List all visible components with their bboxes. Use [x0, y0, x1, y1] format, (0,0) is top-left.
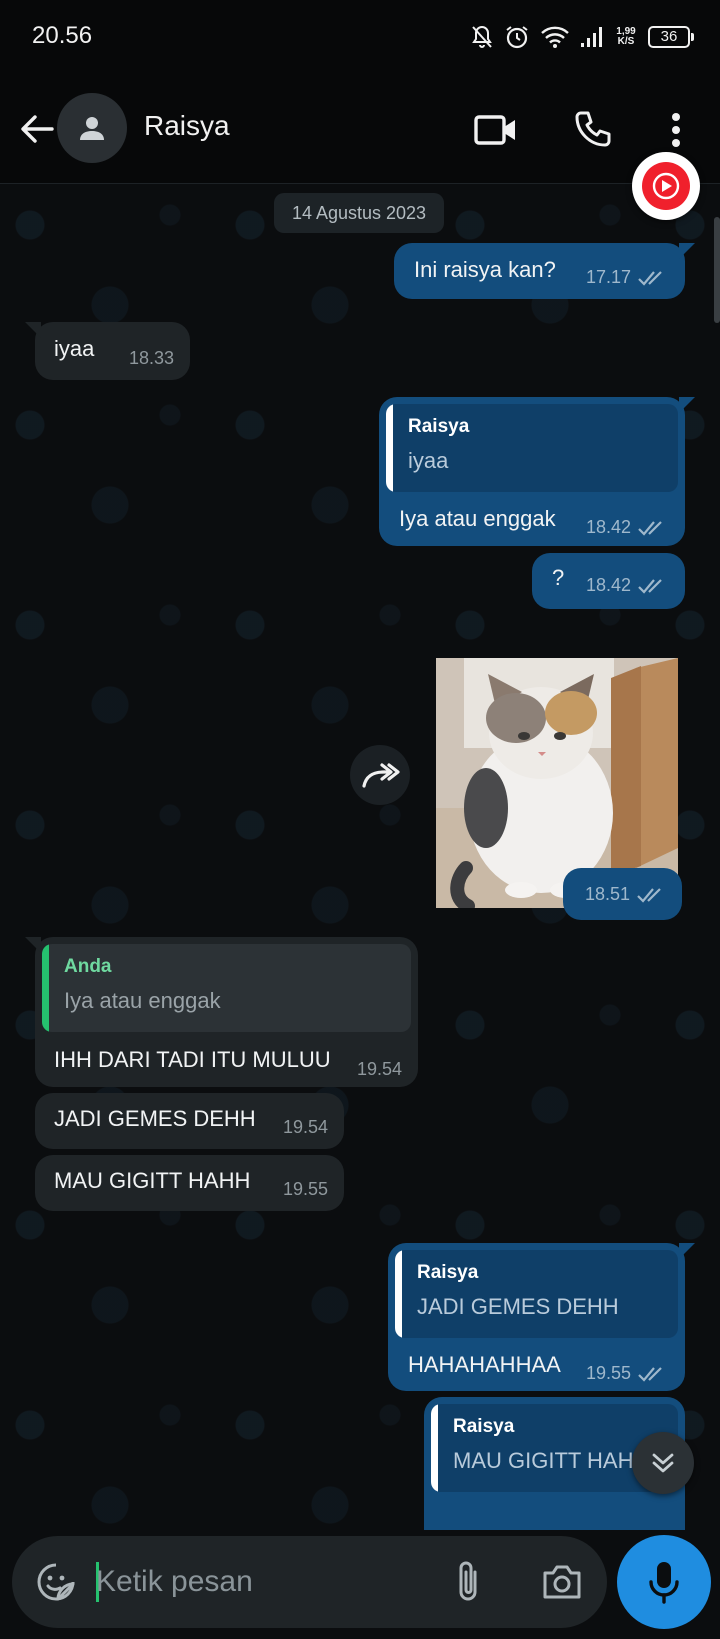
message-time: 19.54	[282, 1117, 328, 1137]
double-chevron-down-icon	[652, 1453, 674, 1473]
message-incoming[interactable]: MAU GIGITT HAHH 19.55	[35, 1155, 344, 1211]
battery-icon: 36	[648, 26, 694, 48]
more-options-button[interactable]	[648, 102, 704, 158]
video-call-button[interactable]	[468, 102, 524, 158]
read-ticks-icon	[638, 578, 662, 594]
alarm-icon	[506, 26, 528, 49]
more-vertical-icon	[672, 113, 680, 147]
message-text: iyaa	[54, 336, 95, 361]
forward-share-icon	[362, 763, 400, 788]
message-meta: 19.55	[283, 1179, 328, 1200]
date-separator: 14 Agustus 2023	[274, 193, 444, 233]
status-time: 20.56	[32, 22, 93, 49]
message-text: Iya atau enggak	[399, 506, 556, 531]
camera-button[interactable]	[534, 1556, 590, 1608]
message-time: 19.55	[585, 1363, 631, 1383]
avatar[interactable]	[57, 93, 127, 163]
message-text: JADI GEMES DEHH	[54, 1106, 256, 1131]
read-ticks-icon	[638, 520, 662, 536]
voice-record-button[interactable]	[617, 1535, 711, 1629]
youtube-music-icon	[652, 172, 680, 200]
message-meta: 19.54	[283, 1117, 328, 1138]
quote-sender: Anda	[64, 956, 112, 977]
message-incoming-reply[interactable]: Anda Iya atau enggak IHH DARI TADI ITU M…	[25, 937, 418, 1087]
quote-bar	[431, 1404, 438, 1492]
attach-button[interactable]	[442, 1556, 494, 1608]
read-ticks-icon	[638, 270, 662, 286]
signal-icon	[581, 27, 602, 47]
voice-call-icon	[575, 111, 611, 147]
quoted-message[interactable]: Raisya JADI GEMES DEHH	[395, 1250, 678, 1338]
voice-call-button[interactable]	[564, 102, 620, 158]
message-text: ?	[552, 565, 565, 590]
avatar-person-icon	[80, 117, 104, 140]
back-button[interactable]	[14, 106, 60, 152]
status-icons: 1,99 K/S 36	[470, 22, 694, 52]
quote-bar	[395, 1250, 402, 1338]
quote-sender: Raisya	[408, 416, 470, 437]
quote-text: MAU GIGITT HAHH	[453, 1448, 650, 1473]
attach-paperclip-icon	[459, 1561, 477, 1601]
message-outgoing-reply[interactable]: Raisya iyaa Iya atau enggak 18.42	[379, 397, 695, 546]
chat-area[interactable]: 14 Agustus 2023 Ini raisya kan? 17.17 iy…	[0, 185, 720, 1530]
quoted-message[interactable]: Raisya iyaa	[386, 404, 678, 492]
message-time: 18.51	[584, 884, 630, 904]
chat-header: Raisya	[0, 76, 720, 184]
message-time: 17.17	[585, 267, 631, 287]
sticker-emoji-icon	[37, 1563, 75, 1601]
message-outgoing-reply[interactable]: Raisya JADI GEMES DEHH HAHAHAHHAA 19.55	[388, 1243, 695, 1391]
quote-sender: Raisya	[453, 1416, 515, 1437]
microphone-icon	[649, 1562, 679, 1604]
network-speed: 1,99 K/S	[614, 27, 638, 47]
message-time: 18.42	[585, 517, 631, 537]
quote-sender: Raisya	[417, 1262, 479, 1283]
message-incoming[interactable]: iyaa 18.33	[25, 322, 190, 380]
message-meta: 19.54	[357, 1059, 402, 1080]
message-outgoing[interactable]: ? 18.42	[532, 553, 685, 609]
quote-bar	[386, 404, 393, 492]
message-time: 19.54	[356, 1059, 402, 1079]
message-meta: 18.51	[585, 884, 666, 905]
back-arrow-icon	[21, 115, 54, 143]
input-bar: Ketik pesan	[0, 1530, 720, 1639]
message-time: 18.33	[128, 348, 174, 368]
message-meta: 19.55	[586, 1363, 667, 1384]
message-input[interactable]: Ketik pesan	[12, 1536, 607, 1628]
read-ticks-icon	[637, 887, 661, 903]
message-text: MAU GIGITT HAHH	[54, 1168, 251, 1193]
network-speed-unit: K/S	[617, 36, 635, 47]
quoted-message[interactable]: Anda Iya atau enggak	[42, 944, 411, 1032]
message-text: HAHAHAHHAA	[408, 1352, 561, 1377]
quote-text: JADI GEMES DEHH	[417, 1294, 619, 1319]
contact-name[interactable]: Raisya	[144, 110, 230, 142]
wifi-icon	[541, 26, 569, 48]
message-meta: 18.42	[586, 575, 667, 596]
message-meta: 18.33	[129, 348, 174, 369]
read-ticks-icon	[638, 1366, 662, 1382]
message-meta: 17.17	[586, 267, 667, 288]
floating-bubble[interactable]	[632, 152, 700, 220]
message-incoming[interactable]: JADI GEMES DEHH 19.54	[35, 1093, 344, 1149]
message-time: 19.55	[282, 1179, 328, 1199]
forward-button[interactable]	[350, 745, 410, 805]
camera-icon	[543, 1565, 581, 1599]
input-placeholder[interactable]: Ketik pesan	[96, 1562, 253, 1602]
scroll-to-bottom-button[interactable]	[632, 1432, 694, 1494]
message-meta: 18.42	[586, 517, 667, 538]
quote-text: Iya atau enggak	[64, 988, 221, 1013]
mute-bell-icon	[472, 25, 492, 48]
quote-text: iyaa	[408, 448, 449, 473]
message-text: Ini raisya kan?	[414, 257, 556, 282]
video-call-icon	[474, 115, 515, 145]
quote-bar	[42, 944, 49, 1032]
message-outgoing[interactable]: Ini raisya kan? 17.17	[394, 243, 695, 299]
sticker-button[interactable]	[30, 1556, 82, 1608]
message-time: 18.42	[585, 575, 631, 595]
image-caption-meta[interactable]: 18.51	[563, 868, 682, 920]
status-bar: 20.56 1,99 K/S 36	[0, 0, 720, 76]
scrollbar-thumb[interactable]	[714, 217, 720, 323]
message-text: IHH DARI TADI ITU MULUU	[54, 1047, 331, 1072]
